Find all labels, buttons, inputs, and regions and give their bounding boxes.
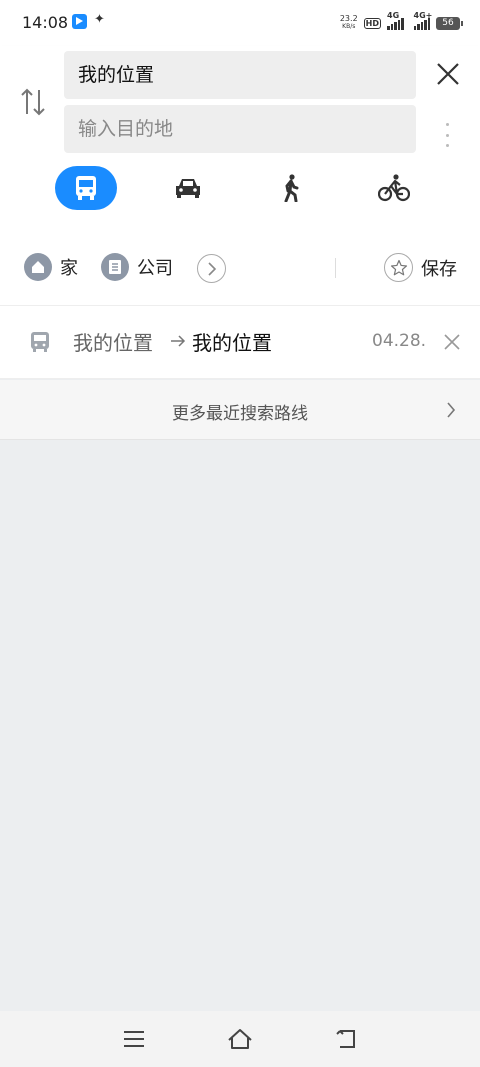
battery-icon: 56 [436, 16, 463, 30]
quick-places-bar: 家 公司 保存 [0, 230, 480, 306]
tab-bus[interactable] [55, 166, 117, 210]
destination-input[interactable] [64, 105, 416, 153]
signal-sim2-icon: 4G+ [413, 11, 432, 30]
sim1-network-label: 4G [387, 11, 400, 20]
car-icon [176, 179, 200, 198]
history-destination: 我的位置 [192, 331, 272, 355]
network-speed-unit: KB/s [342, 23, 356, 30]
chevron-right-icon [447, 402, 456, 418]
back-icon[interactable] [334, 1027, 360, 1051]
more-history-button[interactable]: 更多最近搜索路线 [0, 380, 480, 440]
status-time: 14:08 [22, 13, 69, 32]
history-date: 04.28. [372, 331, 427, 351]
home-label: 家 [60, 258, 78, 279]
origin-field[interactable]: 我的位置 [64, 51, 416, 99]
bus-icon [31, 332, 49, 352]
system-nav-bar [0, 1011, 480, 1067]
company-shortcut[interactable]: 公司 [101, 253, 173, 281]
arrow-right-icon [171, 335, 186, 347]
divider [335, 258, 336, 278]
bike-icon [378, 174, 410, 202]
tab-bike[interactable] [363, 166, 425, 210]
company-icon [101, 253, 129, 281]
more-places-button[interactable] [197, 254, 226, 283]
history-origin: 我的位置 [73, 331, 153, 355]
swap-direction-icon[interactable] [20, 86, 46, 118]
tab-walk[interactable] [260, 166, 322, 210]
more-history-label: 更多最近搜索路线 [172, 404, 308, 424]
save-label: 保存 [421, 258, 457, 280]
star-icon [384, 253, 413, 282]
home-nav-icon[interactable] [227, 1027, 253, 1051]
hd-badge: HD [363, 17, 381, 29]
network-speed: 23.2 KB/s [340, 15, 358, 31]
chevron-right-icon [207, 261, 216, 276]
company-label: 公司 [137, 258, 173, 279]
network-speed-value: 23.2 [339, 14, 358, 23]
home-icon [24, 253, 52, 281]
more-options-icon[interactable] [446, 123, 450, 147]
sim2-network-label: 4G+ [413, 11, 433, 20]
status-bar: 14:08 ✦ 23.2 KB/s HD 4G 4G+ 56 [0, 0, 480, 46]
app-notification-icon [72, 14, 87, 29]
home-shortcut[interactable]: 家 [24, 253, 78, 281]
pin-notification-icon: ✦ [94, 12, 105, 27]
status-indicators: 23.2 KB/s HD 4G 4G+ 56 [340, 11, 463, 33]
history-item[interactable]: 我的位置 我的位置 04.28. [0, 306, 480, 379]
bus-icon [76, 176, 96, 200]
tab-car[interactable] [157, 166, 219, 210]
walk-icon [284, 174, 299, 202]
delete-icon[interactable] [444, 334, 460, 350]
signal-sim1-icon: 4G [387, 11, 404, 30]
close-icon[interactable] [436, 62, 460, 86]
save-button[interactable]: 保存 [384, 253, 457, 282]
menu-icon[interactable] [121, 1027, 147, 1051]
